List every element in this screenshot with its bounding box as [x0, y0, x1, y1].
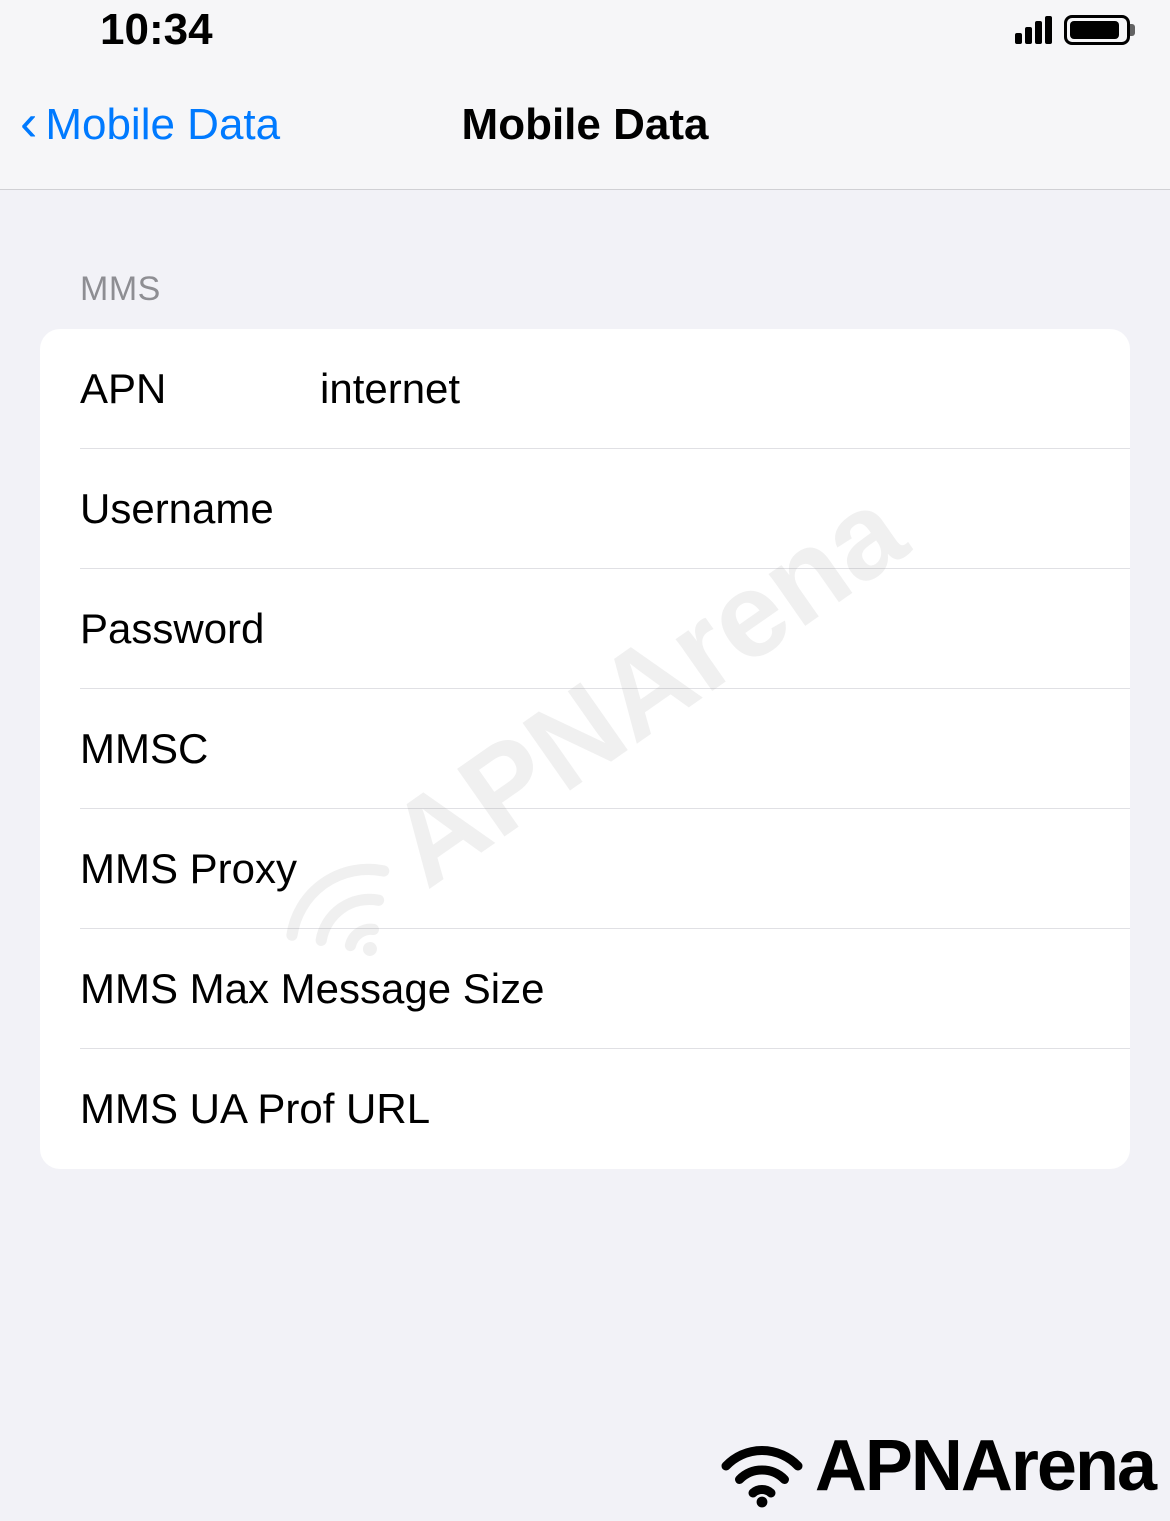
- password-row[interactable]: Password: [40, 569, 1130, 689]
- section-header-mms: MMS: [40, 190, 1130, 329]
- back-label: Mobile Data: [45, 100, 280, 150]
- mms-max-size-input[interactable]: [549, 965, 1090, 1013]
- status-time: 10:34: [100, 5, 213, 55]
- mms-proxy-input[interactable]: [549, 845, 1090, 893]
- watermark-text: APNArena: [815, 1425, 1155, 1507]
- mms-ua-prof-input[interactable]: [549, 1085, 1090, 1133]
- apn-label: APN: [80, 365, 320, 413]
- watermark-bottom: APNArena: [717, 1421, 1155, 1511]
- cellular-signal-icon: [1015, 16, 1052, 44]
- password-label: Password: [80, 605, 320, 653]
- mmsc-row[interactable]: MMSC: [40, 689, 1130, 809]
- back-button[interactable]: ‹ Mobile Data: [0, 97, 280, 153]
- navigation-bar: ‹ Mobile Data Mobile Data: [0, 60, 1170, 190]
- password-input[interactable]: [320, 605, 1090, 653]
- mms-proxy-row[interactable]: MMS Proxy: [40, 809, 1130, 929]
- status-right: [1015, 15, 1130, 45]
- status-bar: 10:34: [0, 0, 1170, 60]
- content: MMS APN Username Password MMSC MMS Proxy…: [0, 190, 1170, 1169]
- apn-input[interactable]: [320, 365, 1090, 413]
- mmsc-label: MMSC: [80, 725, 320, 773]
- mms-settings-group: APN Username Password MMSC MMS Proxy MMS…: [40, 329, 1130, 1169]
- mms-ua-prof-row[interactable]: MMS UA Prof URL: [40, 1049, 1130, 1169]
- wifi-icon: [717, 1421, 807, 1511]
- battery-icon: [1064, 15, 1130, 45]
- page-title: Mobile Data: [462, 100, 709, 150]
- chevron-left-icon: ‹: [20, 93, 37, 153]
- mms-max-size-label: MMS Max Message Size: [80, 965, 549, 1013]
- apn-row[interactable]: APN: [40, 329, 1130, 449]
- mms-ua-prof-label: MMS UA Prof URL: [80, 1085, 549, 1133]
- mmsc-input[interactable]: [320, 725, 1090, 773]
- username-row[interactable]: Username: [40, 449, 1130, 569]
- username-input[interactable]: [320, 485, 1090, 533]
- mms-max-size-row[interactable]: MMS Max Message Size: [40, 929, 1130, 1049]
- username-label: Username: [80, 485, 320, 533]
- mms-proxy-label: MMS Proxy: [80, 845, 549, 893]
